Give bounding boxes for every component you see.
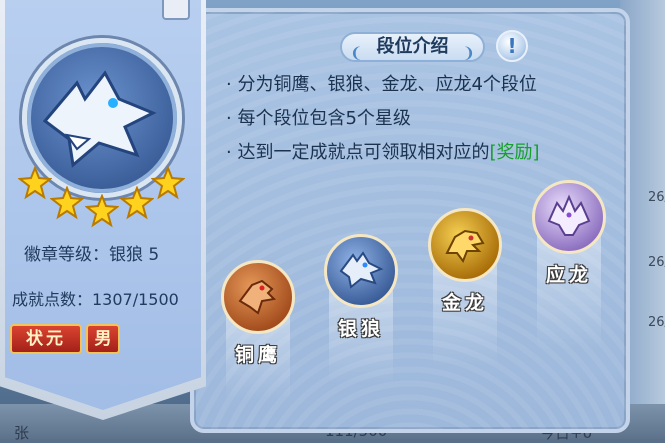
achievement-points: 成就点数：1307/1500	[12, 290, 179, 309]
rank-bronze-eagle[interactable]: 铜鹰	[220, 260, 296, 400]
star-icon	[50, 186, 84, 220]
gender-tag: 男	[86, 324, 120, 354]
background-text: 张	[14, 424, 30, 442]
panel-title: ❨ 段位介绍 ❩	[340, 32, 485, 62]
rank-silver-wolf[interactable]: 银狼	[323, 234, 399, 384]
description-line: · 达到一定成就点可领取相对应的[奖励]	[226, 138, 540, 164]
winged-dragon-icon	[532, 180, 606, 254]
rank-label: 铜鹰	[234, 344, 281, 366]
rank-gold-dragon[interactable]: 金龙	[427, 208, 503, 368]
rank-label: 金龙	[441, 292, 488, 314]
star-icon	[18, 166, 52, 200]
swirl-icon: ❩	[462, 44, 475, 62]
rank-label: 应龙	[545, 264, 592, 286]
rank-label: 银狼	[337, 318, 384, 340]
eagle-icon	[221, 260, 295, 334]
title-tag: 状元	[10, 324, 82, 354]
dragon-icon	[428, 208, 502, 282]
description-text: · 达到一定成就点可领取相对应的	[226, 142, 490, 163]
background-value: 26/	[648, 315, 665, 330]
reward-link[interactable]: [奖励]	[489, 142, 539, 163]
description-line: · 分为铜鹰、银狼、金龙、应龙4个段位	[226, 74, 537, 95]
badge-level: 徽章等级：银狼 5	[24, 245, 160, 265]
wolf-icon	[324, 234, 398, 308]
star-icon	[120, 186, 154, 220]
background-value: 26/	[648, 190, 665, 205]
star-icon	[85, 194, 119, 228]
description-line: · 每个段位包含5个星级	[226, 108, 411, 129]
background-value: 26/	[648, 255, 665, 270]
edit-icon[interactable]	[162, 0, 190, 20]
swirl-icon: ❨	[350, 44, 363, 62]
star-icon	[151, 166, 185, 200]
help-button[interactable]: !	[496, 30, 528, 62]
rank-ying-dragon[interactable]: 应龙	[531, 180, 607, 350]
